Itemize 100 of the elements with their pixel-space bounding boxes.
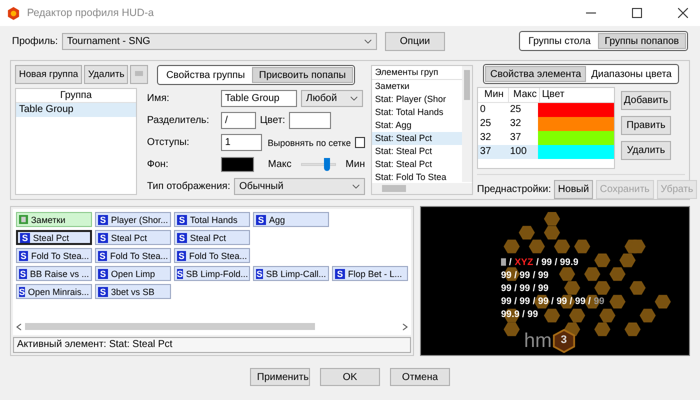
horizontal-scrollbar[interactable]	[16, 321, 408, 332]
dialog-button[interactable]: OK	[320, 368, 380, 386]
snap-checkbox[interactable]	[354, 137, 365, 148]
stat-badge: S	[98, 214, 108, 224]
table-cell-text: 0	[479, 103, 487, 117]
vertical-scrollbar[interactable]	[462, 66, 472, 182]
name-field[interactable]: Table Group	[221, 90, 297, 107]
name-label: Имя:	[147, 93, 170, 104]
logo-badge: 3	[552, 329, 576, 353]
profile-dropdown[interactable]: Tournament - SNG	[62, 32, 377, 50]
stat-text: XYZ	[514, 256, 534, 268]
stat-badge: S	[98, 268, 108, 278]
padding-label: Отступы:	[147, 137, 190, 148]
element-tile[interactable]: S Steal Pct	[174, 230, 250, 245]
background-swatch[interactable]	[221, 157, 254, 172]
group-tab[interactable]: Присвоить попапы	[252, 67, 353, 83]
color-field[interactable]	[289, 112, 332, 129]
range-button[interactable]: Править	[621, 116, 671, 135]
element-tile[interactable]: S BB Raise vs ...	[16, 266, 92, 281]
table-cell-text: 32	[509, 117, 522, 131]
scope-dropdown[interactable]: Любой	[301, 90, 363, 107]
preset-button[interactable]: Новый	[554, 180, 593, 199]
min-label: Мин	[346, 159, 365, 170]
element-tile[interactable]: S Agg	[253, 212, 329, 227]
view-tab[interactable]: Группы попапов	[598, 33, 686, 49]
arrow-left-icon[interactable]	[16, 322, 22, 330]
element-tile[interactable]: S Total Hands	[174, 212, 250, 227]
element-tile[interactable]: S Fold To Stea...	[174, 248, 250, 263]
column-header: Макс	[509, 88, 540, 102]
app-icon	[7, 6, 20, 20]
range-button[interactable]: Удалить	[621, 141, 671, 160]
element-tile[interactable]: S 3bet vs SB	[95, 284, 171, 299]
dialog-button[interactable]: Применить	[250, 368, 310, 386]
element-tile[interactable]: S Player (Shor...	[95, 212, 171, 227]
new-group-button[interactable]: Новая группа	[15, 65, 82, 84]
element-row[interactable]: Stat: Agg	[372, 119, 462, 132]
presets-label: Преднастройки:	[477, 184, 552, 195]
element-row[interactable]: Stat: Steal Pct	[372, 158, 462, 171]
element-tile[interactable]: Заметки	[16, 212, 92, 227]
max-label: Макс	[268, 159, 292, 170]
table-cell-text: 100	[509, 145, 528, 159]
element-tile[interactable]: S SB Limp-Call...	[253, 266, 329, 281]
profile-label: Профиль:	[12, 36, 58, 46]
display-type-dropdown[interactable]: Обычный	[234, 178, 365, 195]
options-button[interactable]: Опции	[384, 32, 445, 50]
stat-badge: S	[98, 232, 108, 242]
maximize-icon[interactable]	[632, 8, 642, 18]
element-tile[interactable]: S Fold To Stea...	[95, 248, 171, 263]
stat-text: /	[509, 256, 512, 268]
status-text: Активный элемент: Stat: Steal Pct	[13, 337, 411, 353]
stat-badge: S	[335, 268, 345, 278]
element-row[interactable]: Stat: Steal Pct	[372, 145, 462, 158]
note-icon	[501, 258, 506, 266]
logo-text: hm	[524, 331, 552, 351]
table-cell-text: 25	[479, 117, 492, 131]
element-tile[interactable]: S Steal Pct	[95, 230, 171, 245]
tray-icon	[134, 69, 144, 77]
element-tile[interactable]: S Open Minrais...	[16, 284, 92, 299]
stat-badge: S	[256, 214, 266, 224]
element-tile[interactable]: S Fold To Stea...	[16, 248, 92, 263]
chevron-down-icon	[352, 184, 360, 189]
range-button[interactable]: Добавить	[621, 91, 671, 110]
padding-field[interactable]: 1	[221, 134, 262, 151]
stat-text: 99 / 99 / 99	[501, 282, 549, 294]
window-title: Редактор профиля HUD-а	[27, 7, 154, 19]
opacity-slider[interactable]	[301, 158, 336, 171]
table-cell-text: 25	[509, 103, 522, 117]
stat-badge: S	[98, 250, 108, 260]
arrow-right-icon[interactable]	[402, 322, 408, 330]
group-row[interactable]: Table Group	[16, 103, 136, 117]
element-row[interactable]: Stat: Fold To Stea	[372, 171, 462, 183]
element-row[interactable]: Stat: Total Hands	[372, 106, 462, 119]
table-cell-text: 32	[479, 131, 492, 145]
column-header: Мин	[478, 88, 509, 102]
element-row[interactable]: Stat: Steal Pct	[372, 132, 462, 145]
delete-button[interactable]: Удалить	[84, 65, 128, 84]
chevron-down-icon	[364, 38, 372, 44]
horizontal-scrollbar[interactable]	[372, 183, 472, 194]
stat-badge: S	[19, 286, 26, 296]
element-tile[interactable]: S Open Limp	[95, 266, 171, 281]
element-tile[interactable]: S SB Limp-Fold...	[174, 266, 250, 281]
display-type-label: Тип отображения:	[147, 181, 230, 192]
snap-label: Выровнять по сетке	[268, 138, 351, 148]
element-tab[interactable]: Свойства элемента	[485, 66, 586, 82]
color-label: Цвет:	[260, 115, 286, 126]
separator-field[interactable]: /	[221, 112, 256, 129]
stat-badge: S	[177, 268, 184, 278]
stat-badge: S	[177, 232, 187, 242]
element-tile[interactable]: S Steal Pct	[16, 230, 92, 245]
slider-thumb[interactable]	[324, 158, 330, 171]
stat-badge: S	[177, 250, 186, 260]
element-row[interactable]: Stat: Player (Shor	[372, 93, 462, 106]
stat-text: 99.9 / 99	[501, 308, 538, 320]
separator-label: Разделитель:	[147, 115, 210, 126]
stat-badge: S	[177, 214, 187, 224]
stat-badge: S	[20, 232, 30, 242]
dialog-button[interactable]: Отмена	[390, 368, 450, 386]
close-icon[interactable]	[678, 8, 688, 18]
element-tile[interactable]: S Flop Bet - L...	[332, 266, 408, 281]
element-row[interactable]: Заметки	[372, 80, 462, 93]
